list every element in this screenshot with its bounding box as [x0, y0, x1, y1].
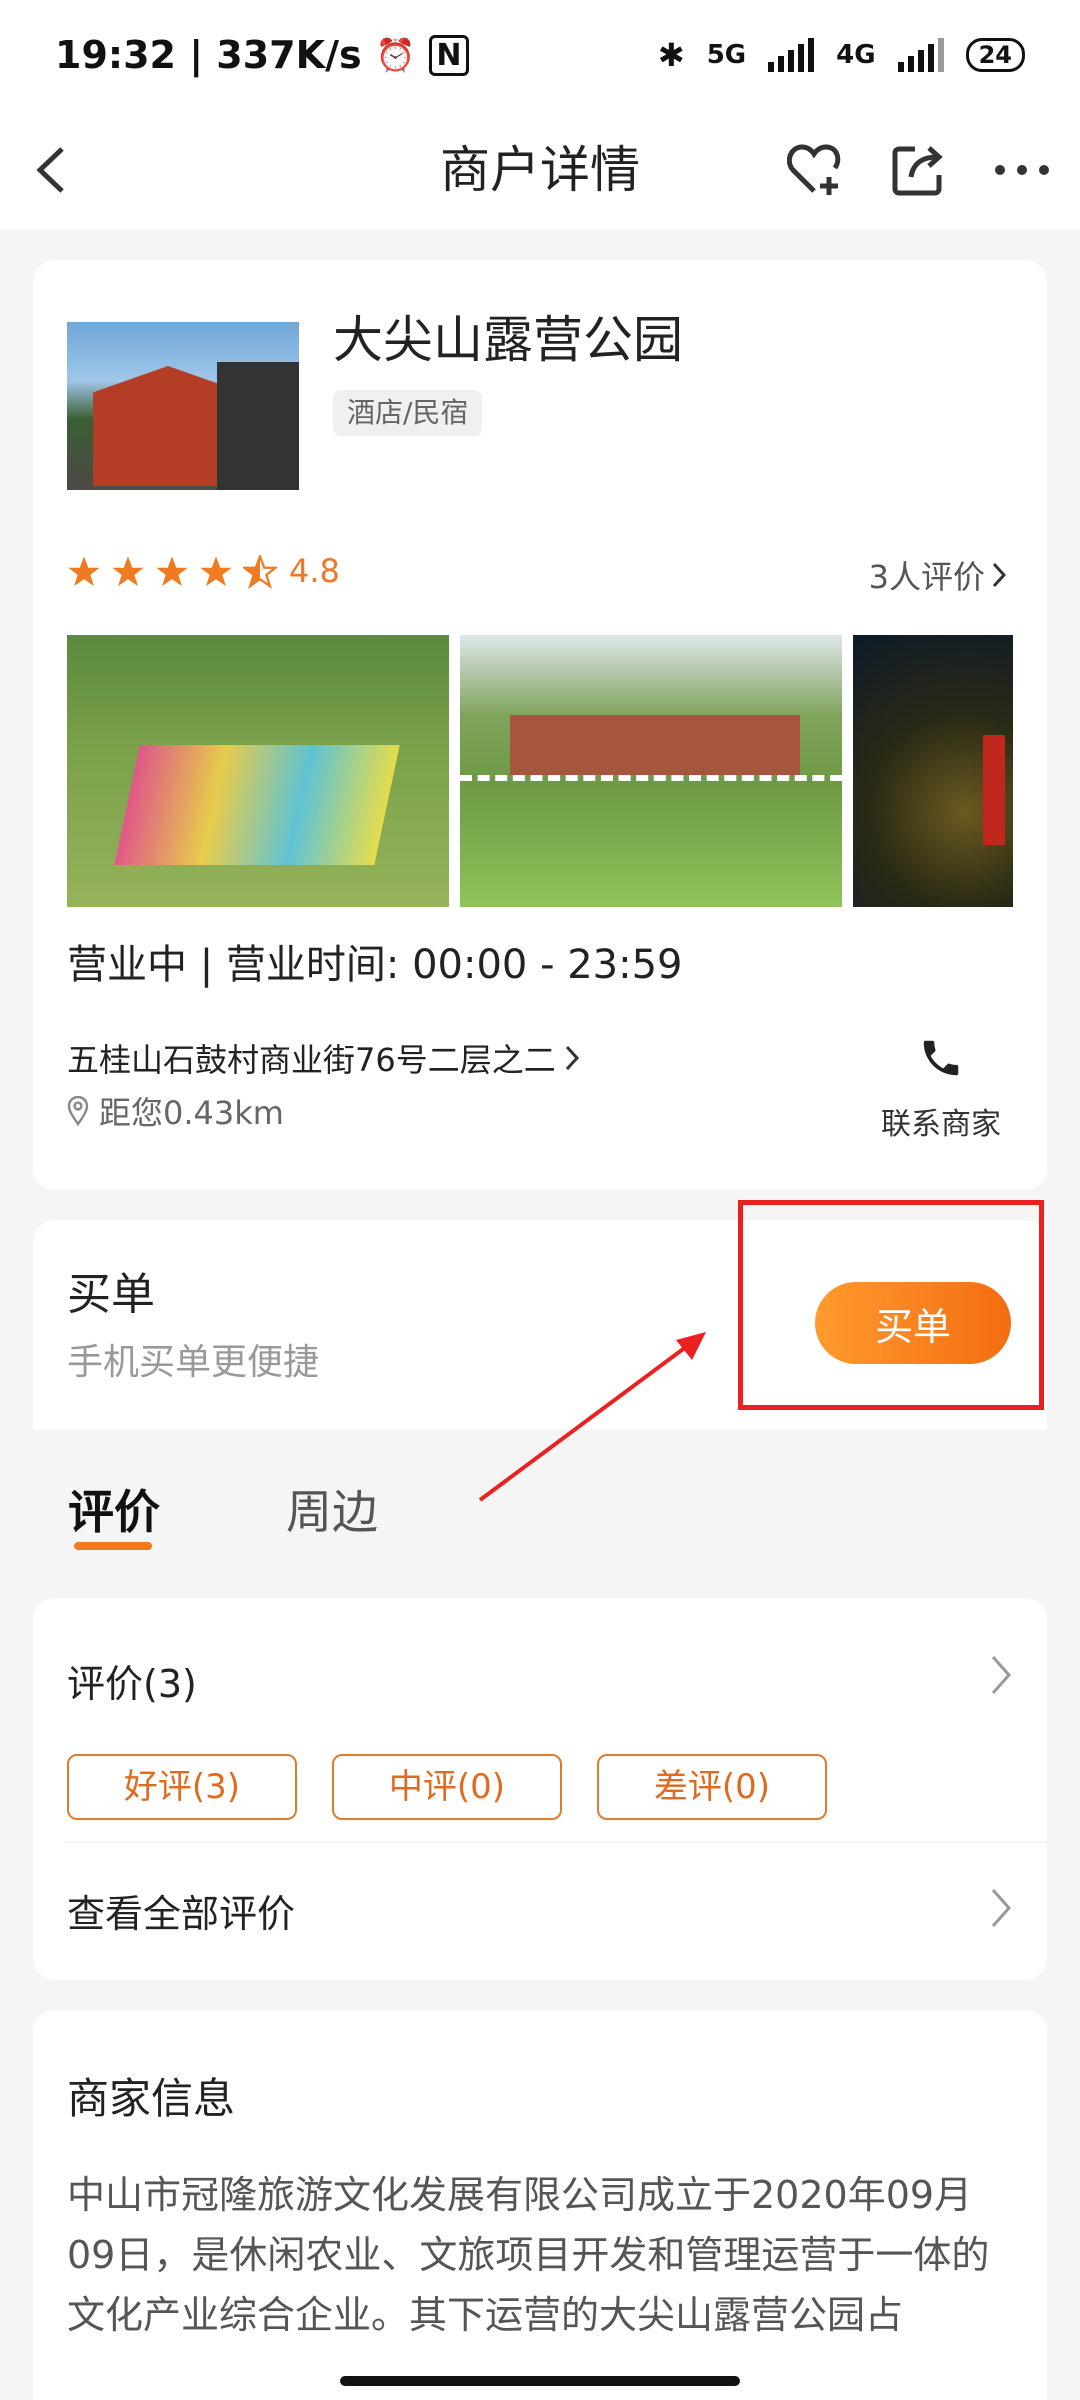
alarm-icon: ⏰ [375, 36, 416, 74]
status-bar: 19:32 | 337K/s ⏰ N ✱ 5G 4G 24 [0, 0, 1080, 110]
filter-bad[interactable]: 差评(0) [597, 1754, 827, 1820]
favorite-button[interactable] [784, 138, 848, 202]
contact-merchant-button[interactable]: 联系商家 [871, 1035, 1011, 1143]
tab-nearby[interactable]: 周边 [286, 1476, 378, 1542]
nfc-icon: N [429, 34, 469, 76]
merchant-info-card: 商家信息 中山市冠隆旅游文化发展有限公司成立于2020年09月09日，是休闲农业… [33, 2010, 1047, 2400]
category-tag: 酒店/民宿 [333, 390, 483, 436]
tab-reviews[interactable]: 评价 [68, 1476, 160, 1542]
chevron-right-icon [565, 1045, 579, 1071]
annotation-arrow [478, 1332, 706, 1502]
merchant-thumbnail[interactable] [67, 322, 299, 490]
status-time: 19:32 | 337K/s [55, 33, 362, 77]
chevron-right-icon [992, 562, 1007, 588]
annotation-highlight-box [738, 1200, 1044, 1410]
merchant-card: 大尖山露营公园 酒店/民宿 4.8 3人评价 营业中 | 营业时间: 00:00… [33, 260, 1047, 1190]
gallery-photo[interactable] [460, 635, 842, 907]
address-text: 五桂山石鼓村商业街76号二层之二 [67, 1041, 556, 1079]
bluetooth-icon: ✱ [657, 36, 685, 74]
network-4g: 4G [836, 40, 876, 70]
reviews-count-link[interactable]: 3人评价 [869, 552, 1007, 598]
rating-value: 4.8 [289, 552, 340, 590]
address-link[interactable]: 五桂山石鼓村商业街76号二层之二 [67, 1035, 580, 1081]
view-all-reviews-label: 查看全部评价 [67, 1892, 296, 1936]
signal-icon [768, 38, 815, 72]
distance-row: 距您0.43km [67, 1088, 284, 1134]
filter-neutral[interactable]: 中评(0) [332, 1754, 562, 1820]
half-star-icon [243, 555, 277, 589]
rating-stars [67, 555, 277, 589]
star-icon [200, 556, 232, 587]
share-button[interactable] [886, 138, 950, 202]
gallery-photo[interactable] [853, 635, 1013, 907]
business-hours: 营业中 | 营业时间: 00:00 - 23:59 [67, 942, 683, 988]
gallery-photo[interactable] [67, 635, 449, 907]
active-tab-indicator [74, 1542, 152, 1550]
reviews-count-label: 3人评价 [868, 558, 985, 596]
star-icon [68, 556, 100, 587]
phone-icon [923, 1040, 959, 1076]
signal-icon-2 [897, 38, 944, 72]
home-indicator[interactable] [340, 2376, 740, 2386]
divider [67, 1842, 1047, 1843]
filter-good[interactable]: 好评(3) [67, 1754, 297, 1820]
heart-plus-icon [787, 144, 841, 195]
more-button[interactable] [990, 138, 1054, 202]
distance-text: 距您0.43km [99, 1094, 284, 1132]
network-5g: 5G [706, 40, 747, 70]
location-pin-icon [67, 1096, 89, 1126]
nav-bar: 商户详情 [0, 110, 1080, 230]
contact-label: 联系商家 [881, 1107, 1001, 1142]
reviews-card: 评价(3) 好评(3) 中评(0) 差评(0) 查看全部评价 [33, 1598, 1047, 1980]
share-icon [892, 146, 943, 196]
chevron-right-icon [991, 1656, 1012, 1694]
more-dots-icon [995, 165, 1049, 175]
buy-subtitle: 手机买单更便捷 [67, 1342, 320, 1383]
reviews-title: 评价(3) [67, 1662, 197, 1706]
merchant-info-text: 中山市冠隆旅游文化发展有限公司成立于2020年09月09日，是休闲农业、文旅项目… [67, 2173, 990, 2337]
photo-gallery[interactable] [67, 635, 1013, 907]
buy-title: 买单 [67, 1269, 155, 1320]
star-icon [112, 556, 144, 587]
chevron-right-icon [991, 1889, 1012, 1927]
merchant-info-title: 商家信息 [67, 2074, 236, 2123]
star-icon [156, 556, 188, 587]
battery-icon: 24 [965, 38, 1025, 72]
merchant-name: 大尖山露营公园 [333, 311, 683, 369]
